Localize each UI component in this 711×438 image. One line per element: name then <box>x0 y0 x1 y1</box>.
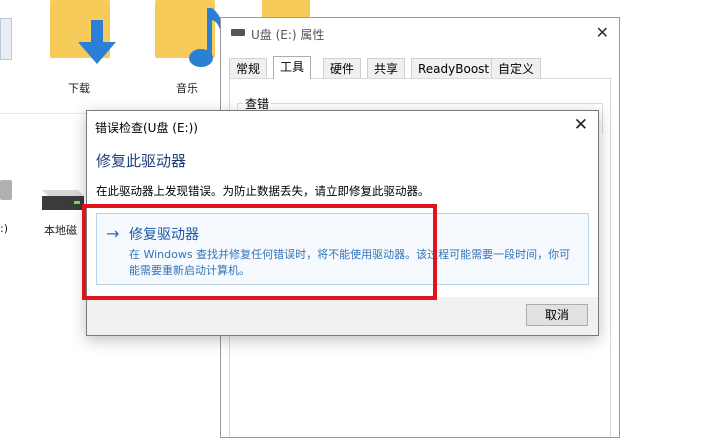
tab-hardware[interactable]: 硬件 <box>323 58 362 78</box>
download-arrow-icon <box>78 20 116 64</box>
downloads-folder[interactable] <box>50 0 120 75</box>
tab-readyboost[interactable]: ReadyBoost <box>411 58 497 78</box>
music-label[interactable]: 音乐 <box>176 80 198 96</box>
repair-drive-description: 在 Windows 查找并修复任何错误时，将不能使用驱动器。该过程可能需要一段时… <box>129 248 571 277</box>
usb-drive-icon <box>231 29 245 36</box>
dialog-message: 在此驱动器上发现错误。为防止数据丢失，请立即修复此驱动器。 <box>96 184 430 198</box>
dialog-title: 错误检查(U盘 (E:)) <box>95 121 198 135</box>
close-icon[interactable]: ✕ <box>574 115 588 135</box>
dialog-button-bar: 取消 <box>87 297 598 335</box>
music-note-icon <box>189 8 222 67</box>
music-folder[interactable] <box>155 0 225 75</box>
close-icon[interactable]: ✕ <box>596 23 609 42</box>
arrow-right-icon: → <box>106 224 120 243</box>
tab-customize[interactable]: 自定义 <box>491 58 542 78</box>
drive-icon <box>0 180 12 200</box>
tab-general[interactable]: 常规 <box>229 58 268 78</box>
local-disk-label[interactable]: 本地磁 <box>44 222 77 238</box>
drive-label[interactable]: :) <box>0 222 8 235</box>
properties-tabs: 常规 工具 硬件 共享 ReadyBoost 自定义 <box>229 56 611 79</box>
tab-tools[interactable]: 工具 <box>273 56 312 79</box>
cancel-button[interactable]: 取消 <box>526 304 588 326</box>
properties-title: U盘 (E:) 属性 <box>251 28 325 42</box>
dialog-heading: 修复此驱动器 <box>96 152 187 170</box>
repair-drive-command-link[interactable]: → 修复驱动器 在 Windows 查找并修复任何错误时，将不能使用驱动器。该过… <box>96 213 589 285</box>
repair-drive-title[interactable]: 修复驱动器 <box>129 224 199 244</box>
error-checking-dialog[interactable]: 错误检查(U盘 (E:)) ✕ 修复此驱动器 在此驱动器上发现错误。为防止数据丢… <box>86 110 599 336</box>
hard-drive-icon[interactable] <box>38 180 86 214</box>
document-icon <box>0 18 12 60</box>
downloads-label[interactable]: 下载 <box>68 80 90 96</box>
properties-titlebar[interactable]: U盘 (E:) 属性 ✕ <box>221 18 619 48</box>
tab-sharing[interactable]: 共享 <box>367 58 406 78</box>
